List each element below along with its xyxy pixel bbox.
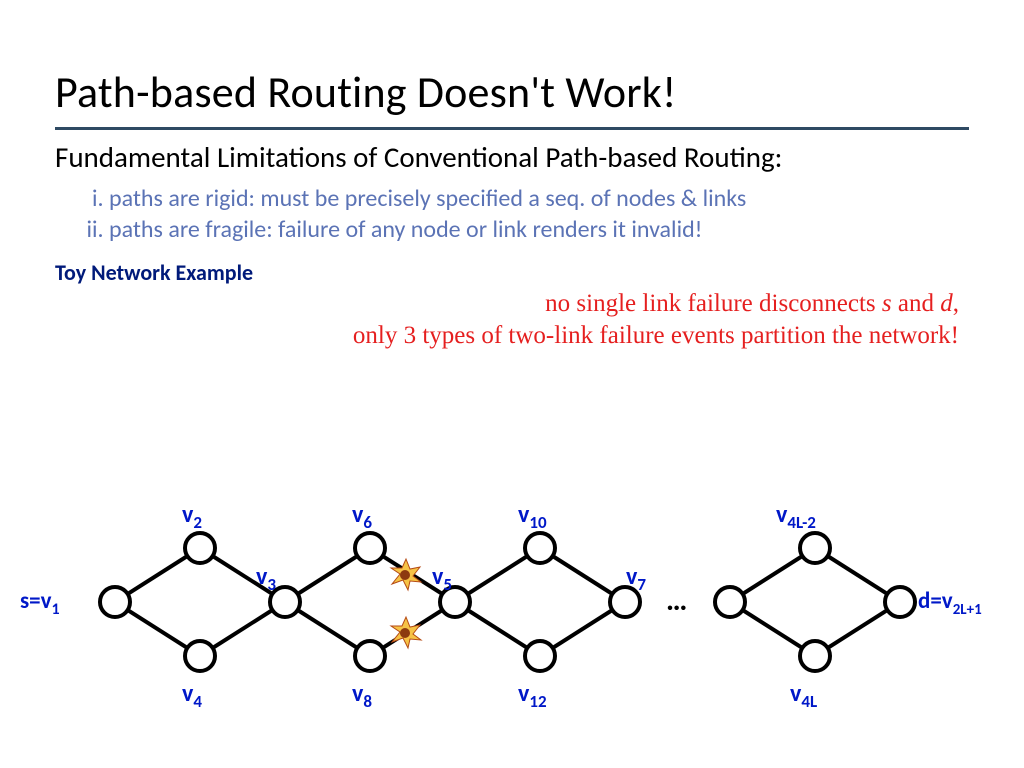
title-underline bbox=[55, 127, 969, 130]
bullet-2: paths are fragile: failure of any node o… bbox=[109, 214, 969, 245]
label-v10: v10 bbox=[518, 500, 547, 533]
label-d: d=v2L+1 bbox=[918, 587, 982, 619]
label-v8: v8 bbox=[352, 679, 372, 712]
label-v4: v4 bbox=[182, 679, 202, 712]
example-label: Toy Network Example bbox=[55, 259, 969, 286]
label-v12: v12 bbox=[518, 679, 547, 712]
red-d: d bbox=[940, 290, 953, 317]
slide-title: Path-based Routing Doesn't Work! bbox=[55, 65, 969, 119]
red-line-1a: no single link failure disconnects bbox=[545, 290, 882, 317]
fire-icon bbox=[391, 617, 421, 648]
label-v5: v5 bbox=[432, 562, 452, 595]
label-v3: v3 bbox=[256, 562, 276, 595]
red-line-2: only 3 types of two-link failure events … bbox=[353, 322, 959, 349]
red-line-1b: and bbox=[892, 290, 941, 317]
bullet-list: paths are rigid: must be precisely speci… bbox=[55, 183, 969, 245]
red-annotation: no single link failure disconnects s and… bbox=[55, 288, 959, 352]
bullet-1: paths are rigid: must be precisely speci… bbox=[109, 183, 969, 214]
label-v6: v6 bbox=[352, 500, 372, 533]
label-v7: v7 bbox=[626, 562, 646, 595]
subtitle: Fundamental Limitations of Conventional … bbox=[55, 140, 969, 175]
red-line-1c: , bbox=[953, 290, 959, 317]
slide: Path-based Routing Doesn't Work! Fundame… bbox=[0, 0, 1024, 768]
label-v4l: v4L bbox=[790, 679, 817, 712]
label-s: s=v1 bbox=[20, 587, 60, 619]
label-v4l2: v4L-2 bbox=[776, 500, 816, 533]
label-v2: v2 bbox=[182, 500, 202, 533]
network-diagram: s=v1 v2 v3 v4 v6 v5 v8 v10 v7 v12 … v4L-… bbox=[0, 482, 1024, 722]
ellipsis: … bbox=[666, 582, 687, 619]
red-s: s bbox=[882, 290, 892, 317]
